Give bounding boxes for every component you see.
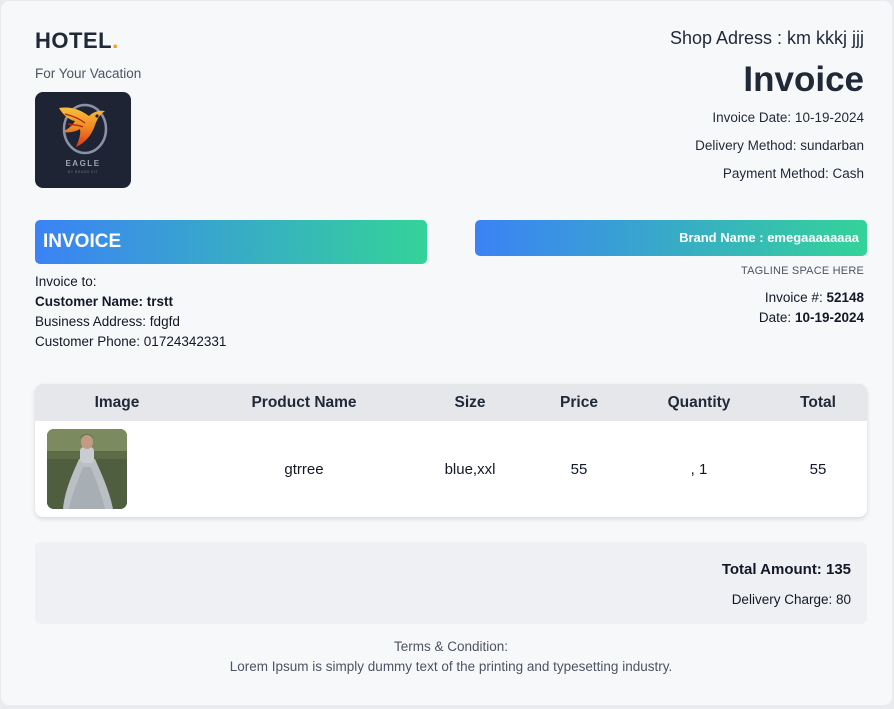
- customer-name: Customer Name: trstt: [35, 294, 174, 309]
- invoice-banner: INVOICE: [35, 220, 427, 264]
- payment-method: Payment Method: Cash: [722, 166, 864, 181]
- logo-subtext: BY BRAND KIT: [67, 170, 99, 174]
- products-table: Image Product Name Size Price Quantity T…: [35, 384, 867, 517]
- header-product-name: Product Name: [251, 394, 357, 411]
- invoice-number-label: Invoice #:: [764, 290, 827, 305]
- cell-price: 55: [570, 461, 588, 478]
- terms-title: Terms & Condition:: [393, 639, 509, 654]
- business-address: Business Address: fdgfd: [35, 314, 180, 329]
- invoice-banner-label: INVOICE: [43, 231, 122, 252]
- customer-phone: Customer Phone: 01724342331: [35, 334, 227, 349]
- invoice-page: HOTEL. For Your Vacation EAGLE BY BRAND …: [1, 1, 892, 705]
- header-image: Image: [94, 394, 140, 411]
- header-total: Total: [800, 394, 836, 411]
- header-size: Size: [454, 394, 486, 411]
- cell-product-name: gtrree: [284, 461, 324, 478]
- invoice-number: Invoice #: 52148: [765, 290, 864, 305]
- terms-body: Lorem Ipsum is simply dummy text of the …: [229, 659, 673, 674]
- invoice-to-label: Invoice to:: [35, 274, 97, 289]
- brand-name-banner: Brand Name : emegaaaaaaaa: [475, 220, 867, 256]
- header-price: Price: [560, 394, 598, 411]
- brand-tagline: For Your Vacation: [35, 66, 142, 81]
- brand-name-label: Brand Name : emegaaaaaaaa: [679, 230, 859, 245]
- date-value: 10-19-2024: [794, 310, 864, 325]
- total-amount: Total Amount: 135: [721, 561, 851, 578]
- invoice-title: Invoice: [743, 60, 864, 99]
- logo-wordmark: EAGLE: [65, 159, 101, 168]
- cell-size: blue,xxl: [444, 461, 496, 478]
- table-header: Image Product Name Size Price Quantity T…: [35, 384, 867, 421]
- product-photo-icon: [47, 429, 127, 509]
- brand-name: HOTEL: [35, 28, 113, 53]
- cell-quantity: , 1: [690, 461, 708, 478]
- invoice-date-short: Date: 10-19-2024: [759, 310, 864, 325]
- brand-dot: .: [112, 28, 119, 53]
- product-image: [47, 429, 127, 509]
- brand-title: HOTEL.: [35, 28, 119, 54]
- tagline-space: TAGLINE SPACE HERE: [741, 265, 864, 277]
- cell-total: 55: [809, 461, 827, 478]
- summary-panel: Total Amount: 135 Delivery Charge: 80: [35, 542, 867, 624]
- company-logo: EAGLE BY BRAND KIT: [35, 92, 131, 188]
- date-label: Date:: [758, 310, 795, 325]
- delivery-method: Delivery Method: sundarban: [695, 138, 864, 153]
- invoice-number-value: 52148: [826, 290, 864, 305]
- header-quantity: Quantity: [667, 394, 731, 411]
- delivery-charge: Delivery Charge: 80: [731, 592, 851, 607]
- invoice-date: Invoice Date: 10-19-2024: [712, 110, 864, 125]
- shop-address: Shop Adress : km kkkj jjj: [669, 28, 864, 48]
- eagle-logo-icon: [59, 103, 108, 155]
